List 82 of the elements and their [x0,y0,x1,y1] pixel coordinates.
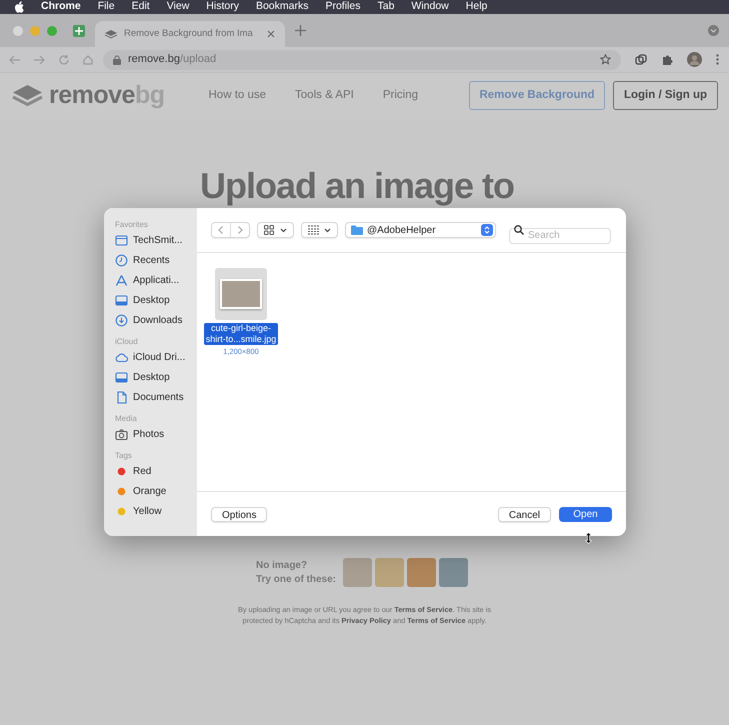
profile-avatar-icon[interactable] [687,52,702,67]
star-icon[interactable] [600,54,611,65]
dialog-button[interactable]: Options [211,506,268,522]
sidebar-item[interactable]: Recents [115,250,197,270]
sample-photo-placeholder[interactable] [439,558,468,587]
stepper-icon [481,224,493,236]
layers-icon [105,29,117,39]
sidebar-item[interactable]: TechSmit... [115,230,197,250]
tab-title: Remove Background from Ima [124,26,254,41]
photo-thumbnail-placeholder[interactable] [220,279,262,309]
chevron-down-icon [280,228,287,232]
search-icon [514,225,524,235]
sidebar-item[interactable]: Red [115,461,197,481]
app-menu[interactable]: Chrome [41,0,81,15]
location-dropdown[interactable]: @AdobeHelper [345,222,496,238]
samples-label: No image? [256,558,308,572]
download-icon [115,314,128,326]
menu-item[interactable]: Tab [377,0,394,15]
sidebar-item[interactable]: iCloud Dri... [115,347,197,367]
new-tab-icon[interactable] [295,25,306,36]
cloud-icon [115,350,128,364]
grid-icon [264,225,274,235]
more-icon[interactable] [716,54,719,65]
close-window-icon[interactable] [13,26,23,36]
menu-item[interactable]: File [98,0,115,15]
document-icon [115,390,128,404]
back-forward-control[interactable] [211,222,250,238]
group-dropdown[interactable] [301,222,338,238]
sidebar-item[interactable]: Desktop [115,290,197,310]
page-heading: Upload an image to [200,166,514,206]
folder-icon [115,234,128,246]
sidebar-item[interactable]: Downloads [115,310,197,330]
file-name[interactable]: cute-girl-beige- shirt-to...smile.jpg [204,323,278,345]
puzzle-icon[interactable] [661,54,673,66]
sample-photo-placeholder[interactable] [375,558,404,587]
clock-icon [115,254,128,266]
menu-item[interactable]: Window [411,0,449,15]
apps-icon [115,274,128,286]
zoom-window-icon[interactable] [47,26,57,36]
folder-icon [351,225,363,235]
close-icon[interactable] [267,30,275,38]
chevron-down-icon [324,228,331,232]
dialog-button[interactable]: Cancel [498,506,551,522]
samples-label: Try one of these: [256,572,336,586]
sidebar-item[interactable]: Applicati... [115,270,197,290]
menu-item[interactable]: Profiles [325,0,360,15]
address-bar[interactable]: remove.bg/upload [103,50,621,70]
tab-search-icon[interactable] [708,25,719,36]
reload-icon[interactable] [59,54,69,64]
url-text: remove.bg/upload [128,52,216,68]
menu-item[interactable]: View [166,0,190,15]
desktop-icon [115,294,128,306]
view-mode-dropdown[interactable] [257,222,294,238]
menu-item[interactable]: Edit [132,0,150,15]
search-field[interactable]: Search [509,228,611,244]
sidebar-section-title: Favorites [115,220,149,230]
sample-photo-placeholder[interactable] [343,558,372,587]
link-icon[interactable] [635,54,647,66]
header-button[interactable]: Login / Sign up [613,81,718,110]
sidebar-item[interactable]: Documents [115,387,197,407]
grouped-grid-icon [308,225,319,235]
sidebar-item[interactable]: Orange [115,481,197,501]
spreadsheet-tab-icon[interactable] [73,24,85,36]
sidebar-item[interactable]: Desktop [115,367,197,387]
sidebar-item[interactable]: Yellow [115,501,197,521]
apple-icon [14,1,24,13]
sample-photo-placeholder[interactable] [407,558,436,587]
menu-item[interactable]: History [206,0,239,15]
sidebar-item[interactable]: Photos [115,424,197,444]
sidebar-section-title: Media [115,414,138,424]
camera-icon [115,428,128,440]
forward-icon[interactable] [34,54,45,64]
menu-item[interactable]: Help [466,0,488,15]
back-icon[interactable] [9,54,20,64]
dialog-button[interactable]: Open [559,506,612,522]
menu-item[interactable]: Bookmarks [256,0,308,15]
sidebar-section-title: Tags [115,451,133,461]
desktop-icon [115,370,128,384]
sidebar-section-title: iCloud [115,337,139,347]
layers-logo-icon [12,84,43,108]
lock-icon [113,54,121,64]
home-icon[interactable] [83,54,93,64]
